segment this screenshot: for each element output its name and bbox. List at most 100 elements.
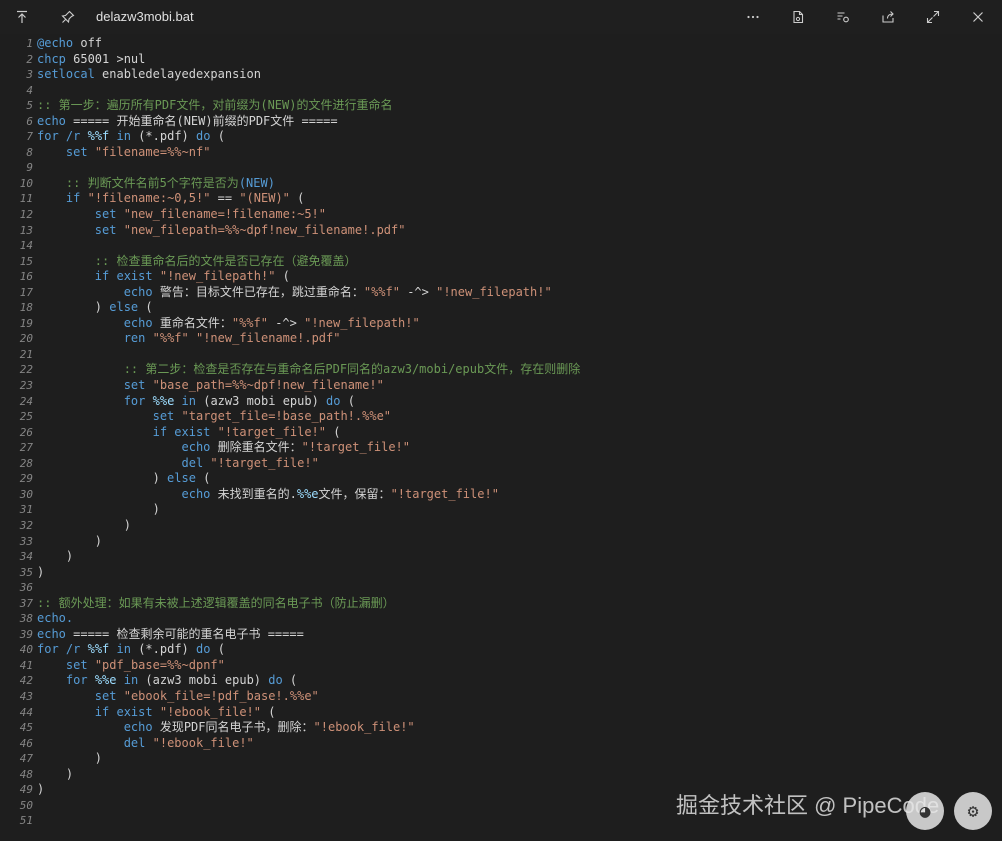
code-line[interactable]: 23 set "base_path=%%~dpf!new_filename!" <box>0 378 1002 394</box>
code-line[interactable]: 25 set "target_file=!base_path!.%%e" <box>0 409 1002 425</box>
code-token: ) <box>37 533 103 548</box>
code-line[interactable]: 12 set "new_filename=!filename:~5!" <box>0 207 1002 223</box>
line-number: 28 <box>19 456 33 470</box>
line-code: ) <box>37 782 44 798</box>
code-line[interactable]: 18 ) else ( <box>0 300 1002 316</box>
code-token: set <box>152 409 175 424</box>
line-number: 2 <box>26 52 33 66</box>
code-line[interactable]: 2 chcp 65001 >nul <box>0 52 1002 68</box>
code-line[interactable]: 21 <box>0 347 1002 363</box>
code-line[interactable]: 10 :: 判断文件名前5个字符是否为(NEW) <box>0 176 1002 192</box>
code-line[interactable]: 26 if exist "!target_file!" ( <box>0 425 1002 441</box>
code-token: 删除重名文件： <box>210 440 302 455</box>
code-line[interactable]: 9 <box>0 160 1002 176</box>
code-token: ) <box>37 564 45 579</box>
code-token: :: 额外处理：如果有未被上述逻辑覆盖的同名电子书（防止漏删） <box>37 595 395 610</box>
code-line[interactable]: 20 ren "%%f" "!new_filename!.pdf" <box>0 331 1002 347</box>
code-line[interactable]: 22 :: 第二步：检查是否存在与重命名后PDF同名的azw3/mobi/epu… <box>0 362 1002 378</box>
watermark-text: 掘金技术社区 @ PipeCode <box>676 793 940 818</box>
line-code: set "new_filepath=%%~dpf!new_filename!.p… <box>37 223 406 239</box>
code-line[interactable]: 36 <box>0 580 1002 596</box>
code-token: (*.pdf) <box>130 642 197 657</box>
expand-icon[interactable] <box>919 3 947 31</box>
code-line[interactable]: 32 ) <box>0 518 1002 534</box>
code-line[interactable]: 45 echo 发现PDF同名电子书，删除："!ebook_file!" <box>0 720 1002 736</box>
title-bar-left-tools <box>8 3 82 31</box>
code-line[interactable]: 5:: 第一步：遍历所有PDF文件，对前缀为(NEW)的文件进行重命名 <box>0 98 1002 114</box>
code-line[interactable]: 34 ) <box>0 549 1002 565</box>
code-token: ) <box>37 782 45 797</box>
arrow-up-to-line-icon[interactable] <box>8 3 36 31</box>
code-token: for <box>37 129 59 144</box>
close-icon[interactable] <box>964 3 992 31</box>
code-line[interactable]: 3 setlocal enabledelayedexpansion <box>0 67 1002 83</box>
code-line[interactable]: 42 for %%e in (azw3 mobi epub) do ( <box>0 673 1002 689</box>
code-line[interactable]: 6 echo ===== 开始重命名(NEW)前缀的PDF文件 ===== <box>0 114 1002 130</box>
code-line[interactable]: 14 <box>0 238 1002 254</box>
code-line[interactable]: 1 @echo off <box>0 36 1002 52</box>
code-line[interactable]: 30 echo 未找到重名的.%%e文件，保留："!target_file!" <box>0 487 1002 503</box>
code-line[interactable]: 47 ) <box>0 751 1002 767</box>
code-line[interactable]: 33 ) <box>0 534 1002 550</box>
code-token: "new_filename=!filename:~5!" <box>123 207 327 222</box>
code-line[interactable]: 29 ) else ( <box>0 471 1002 487</box>
code-token: "!ebook_file!" <box>159 704 261 719</box>
code-token: exist <box>116 269 153 284</box>
code-token: do <box>196 642 211 657</box>
code-editor[interactable]: 1 @echo off 2 chcp 65001 >nul 3 setlocal enab… <box>0 34 1002 841</box>
code-line[interactable]: 44 if exist "!ebook_file!" ( <box>0 705 1002 721</box>
watermark-avatar-2: ⚙ <box>954 792 992 830</box>
code-line[interactable]: 16 if exist "!new_filepath!" ( <box>0 269 1002 285</box>
code-line[interactable]: 31 ) <box>0 502 1002 518</box>
code-line[interactable]: 48 ) <box>0 767 1002 783</box>
line-number: 47 <box>19 752 33 766</box>
line-code: echo ===== 检查剩余可能的重名电子书 ===== <box>37 627 304 643</box>
code-line[interactable]: 28 del "!target_file!" <box>0 456 1002 472</box>
file-settings-icon[interactable] <box>829 3 857 31</box>
pin-icon[interactable] <box>54 3 82 31</box>
code-line[interactable]: 41 set "pdf_base=%%~dpnf" <box>0 658 1002 674</box>
code-line[interactable]: 43 set "ebook_file=!pdf_base!.%%e" <box>0 689 1002 705</box>
code-line[interactable]: 39 echo ===== 检查剩余可能的重名电子书 ===== <box>0 627 1002 643</box>
code-line[interactable]: 46 del "!ebook_file!" <box>0 736 1002 752</box>
share-icon[interactable] <box>874 3 902 31</box>
code-token: del <box>123 735 146 750</box>
code-line[interactable]: 37:: 额外处理：如果有未被上述逻辑覆盖的同名电子书（防止漏删） <box>0 596 1002 612</box>
code-line[interactable]: 11 if "!filename:~0,5!" == "(NEW)" ( <box>0 191 1002 207</box>
watermark: 掘金技术社区 @ PipeCode <box>676 784 1002 824</box>
code-token: echo <box>123 284 153 299</box>
line-code: for /r %%f in (*.pdf) do ( <box>37 129 225 145</box>
more-horizontal-icon[interactable] <box>739 3 767 31</box>
code-line[interactable]: 8 set "filename=%%~nf" <box>0 145 1002 161</box>
code-token: ) <box>37 502 160 517</box>
code-line[interactable]: 15 :: 检查重命名后的文件是否已存在（避免覆盖） <box>0 254 1002 270</box>
code-line[interactable]: 35) <box>0 565 1002 581</box>
line-number: 48 <box>19 767 33 781</box>
line-code: echo ===== 开始重命名(NEW)前缀的PDF文件 ===== <box>37 114 338 130</box>
save-file-icon[interactable] <box>784 3 812 31</box>
code-line[interactable]: 27 echo 删除重名文件："!target_file!" <box>0 440 1002 456</box>
code-line[interactable]: 38 echo. <box>0 611 1002 627</box>
code-line[interactable]: 24 for %%e in (azw3 mobi epub) do ( <box>0 394 1002 410</box>
code-token: set <box>94 688 117 703</box>
code-line[interactable]: 13 set "new_filepath=%%~dpf!new_filename… <box>0 223 1002 239</box>
code-token: echo <box>181 486 211 501</box>
code-line[interactable]: 40 for /r %%f in (*.pdf) do ( <box>0 642 1002 658</box>
code-line[interactable]: 17 echo 警告：目标文件已存在，跳过重命名："%%f" -^> "!new… <box>0 285 1002 301</box>
code-token: echo <box>181 440 211 455</box>
code-line[interactable]: 4 <box>0 83 1002 99</box>
code-token: /r <box>65 642 81 657</box>
code-line[interactable]: 19 echo 重命名文件："%%f" -^> "!new_filepath!" <box>0 316 1002 332</box>
code-token: chcp <box>37 51 66 66</box>
code-line[interactable]: 7 for /r %%f in (*.pdf) do ( <box>0 129 1002 145</box>
code-token: set <box>94 207 117 222</box>
line-number: 4 <box>26 83 33 97</box>
